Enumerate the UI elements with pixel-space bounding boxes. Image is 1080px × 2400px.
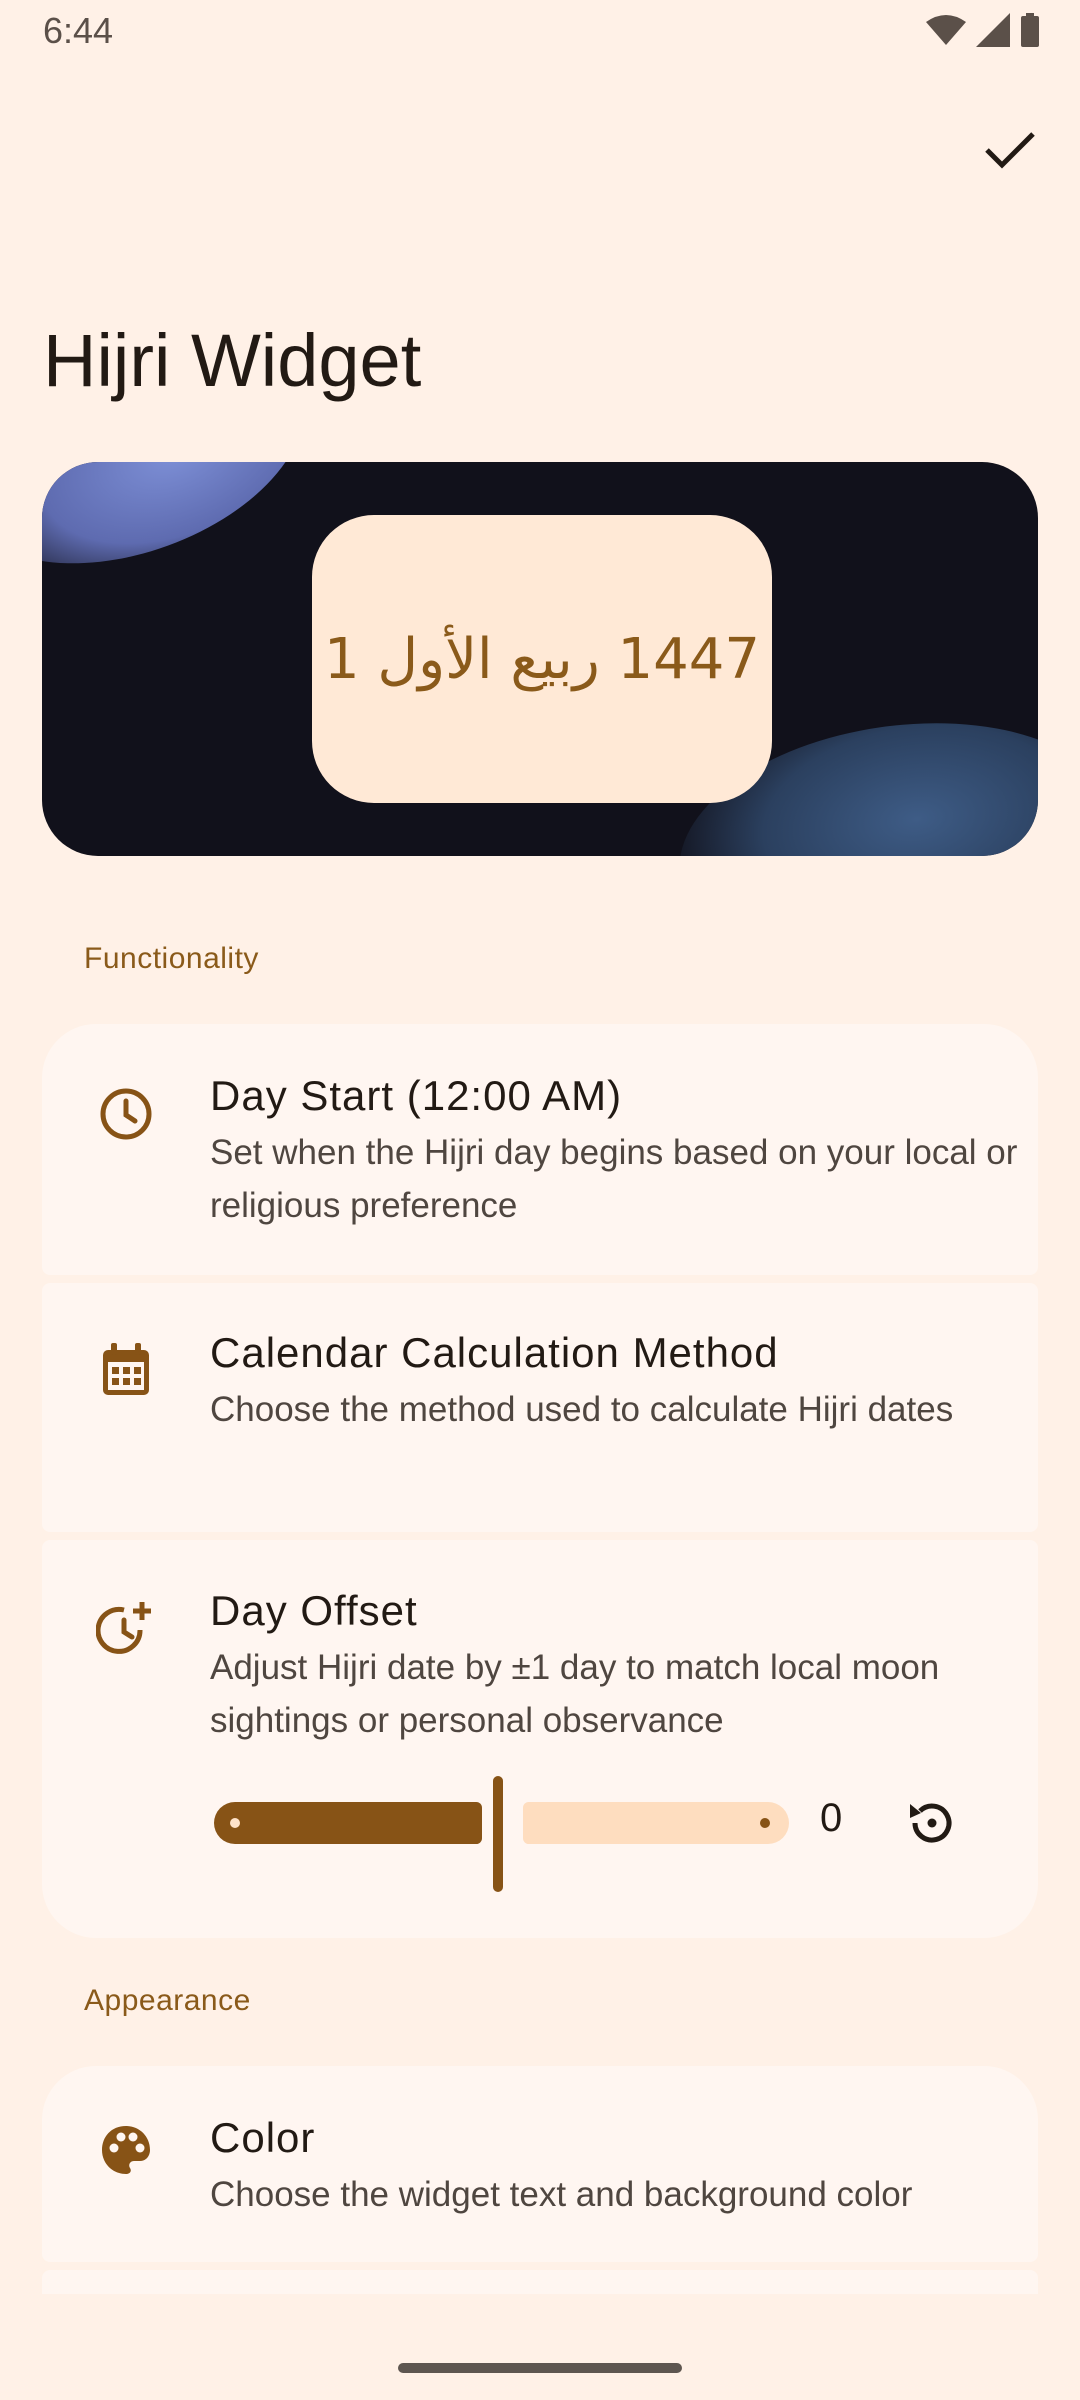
calendar-icon — [94, 1338, 158, 1402]
status-time: 6:44 — [43, 10, 114, 51]
clock-icon — [94, 1082, 158, 1146]
status-icons — [926, 12, 1040, 48]
slider-thumb[interactable] — [493, 1776, 503, 1892]
slider-inactive-track[interactable] — [523, 1802, 789, 1844]
widget-card[interactable]: 1447 ربيع الأول 1 — [312, 515, 772, 803]
setting-title: Color — [210, 2114, 316, 2161]
setting-subtitle: Choose the method used to calculate Hijr… — [210, 1390, 954, 1429]
setting-title: Calendar Calculation Method — [210, 1329, 779, 1376]
palette-icon — [94, 2118, 158, 2182]
reset-icon — [910, 1803, 952, 1843]
battery-icon — [1021, 13, 1039, 47]
section-functionality: Functionality — [84, 942, 259, 975]
setting-day-start[interactable]: Day Start (12:00 AM) Set when the Hijri … — [42, 1024, 1038, 1275]
setting-calendar-method[interactable]: Calendar Calculation Method Choose the m… — [42, 1283, 1038, 1532]
page-title: Hijri Widget — [43, 319, 422, 402]
setting-day-offset: Day Offset Adjust Hijri date by ±1 day t… — [42, 1540, 1038, 1938]
slider-tick-max — [760, 1818, 770, 1828]
slider-active-track[interactable] — [214, 1802, 482, 1844]
wallpaper-highlight — [42, 462, 338, 608]
slider-tick-min — [230, 1818, 240, 1828]
setting-color[interactable]: Color Choose the widget text and backgro… — [42, 2066, 1038, 2262]
setting-title: Day Start (12:00 AM) — [210, 1072, 623, 1119]
setting-title: Day Offset — [210, 1587, 418, 1634]
setting-subtitle: Set when the Hijri day begins based on y… — [210, 1133, 1018, 1225]
setting-next-card — [42, 2270, 1038, 2294]
widget-preview: 1447 ربيع الأول 1 — [42, 462, 1038, 856]
reset-offset-button[interactable] — [896, 1788, 966, 1858]
check-icon — [985, 132, 1035, 169]
clock-plus-icon — [94, 1596, 158, 1660]
signal-icon — [976, 13, 1010, 47]
slider-value: 0 — [820, 1796, 843, 1840]
widget-date: 1447 ربيع الأول 1 — [323, 626, 761, 692]
wifi-icon — [926, 15, 966, 45]
setting-subtitle: Adjust Hijri date by ±1 day to match loc… — [210, 1648, 940, 1740]
section-appearance: Appearance — [84, 1984, 251, 2017]
done-button[interactable] — [972, 112, 1048, 188]
home-indicator[interactable] — [398, 2363, 682, 2373]
setting-subtitle: Choose the widget text and background co… — [210, 2175, 913, 2214]
